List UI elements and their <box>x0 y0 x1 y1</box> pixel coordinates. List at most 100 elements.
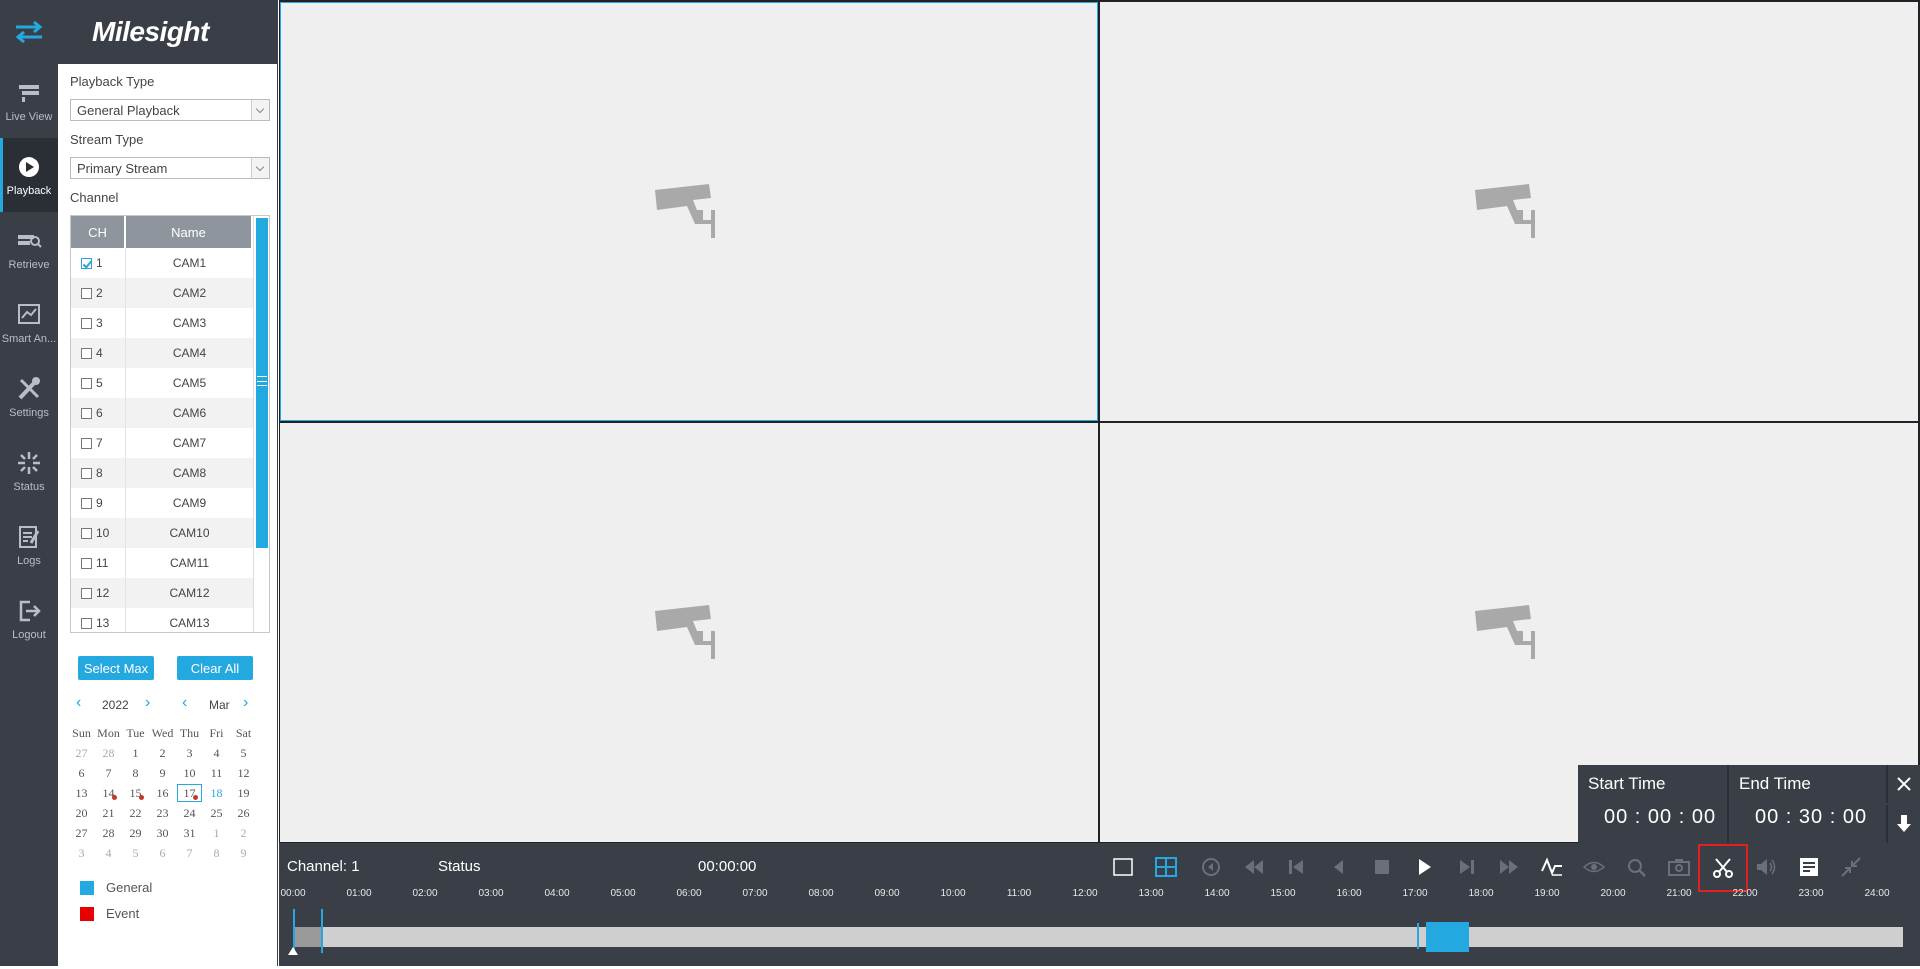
next-year-icon[interactable]: › <box>145 694 150 712</box>
calendar-day[interactable]: 17 <box>176 783 203 803</box>
fast-backward-button[interactable] <box>1237 852 1271 882</box>
calendar-day[interactable]: 4 <box>203 743 230 763</box>
channel-checkbox[interactable] <box>81 347 92 359</box>
channel-checkbox[interactable] <box>81 377 92 389</box>
timeline-track[interactable] <box>288 909 1903 955</box>
calendar-day[interactable]: 20 <box>68 803 95 823</box>
calendar-day[interactable]: 2 <box>230 823 257 843</box>
calendar-day[interactable]: 9 <box>149 763 176 783</box>
channel-row[interactable]: 3 CAM3 <box>71 308 269 338</box>
exit-fullscreen-button[interactable] <box>1834 852 1868 882</box>
video-tile-1[interactable] <box>280 2 1098 421</box>
calendar-day[interactable]: 23 <box>149 803 176 823</box>
channel-checkbox[interactable] <box>81 557 92 569</box>
calendar-day[interactable]: 18 <box>203 783 230 803</box>
menu-toggle-button[interactable] <box>0 0 58 64</box>
channel-row[interactable]: 1 CAM1 <box>71 248 269 278</box>
calendar-day[interactable]: 3 <box>68 843 95 863</box>
calendar-day[interactable]: 1 <box>203 823 230 843</box>
next-frame-button[interactable] <box>1450 852 1484 882</box>
end-time-value[interactable]: 00 : 30 : 00 <box>1755 806 1867 829</box>
channel-checkbox[interactable] <box>81 317 92 329</box>
calendar-day[interactable]: 27 <box>68 743 95 763</box>
channel-row[interactable]: 4 CAM4 <box>71 338 269 368</box>
calendar-day[interactable]: 31 <box>176 823 203 843</box>
calendar-day[interactable]: 26 <box>230 803 257 823</box>
next-month-icon[interactable]: › <box>243 694 248 712</box>
calendar-day[interactable]: 28 <box>95 743 122 763</box>
calendar-day[interactable]: 7 <box>95 763 122 783</box>
channel-checkbox[interactable] <box>81 287 92 299</box>
clear-all-button[interactable]: Clear All <box>177 656 253 680</box>
event-graph-button[interactable] <box>1535 852 1569 882</box>
calendar-day[interactable]: 22 <box>122 803 149 823</box>
channel-checkbox[interactable] <box>81 587 92 599</box>
channel-checkbox[interactable] <box>81 437 92 449</box>
calendar-day[interactable]: 8 <box>203 843 230 863</box>
start-time-value[interactable]: 00 : 00 : 00 <box>1604 806 1716 829</box>
calendar-day[interactable]: 1 <box>122 743 149 763</box>
channel-row[interactable]: 2 CAM2 <box>71 278 269 308</box>
channel-row[interactable]: 7 CAM7 <box>71 428 269 458</box>
calendar-day[interactable]: 3 <box>176 743 203 763</box>
quad-view-button[interactable] <box>1149 852 1183 882</box>
calendar-day[interactable]: 11 <box>203 763 230 783</box>
calendar-day[interactable]: 24 <box>176 803 203 823</box>
playhead-marker-icon[interactable] <box>288 947 298 955</box>
audio-button[interactable] <box>1749 852 1783 882</box>
reverse-play-button[interactable] <box>1194 852 1228 882</box>
play-button[interactable] <box>1407 852 1441 882</box>
calendar-day[interactable]: 5 <box>122 843 149 863</box>
timeline-highlight-window[interactable] <box>1426 922 1469 952</box>
prev-month-icon[interactable]: ‹ <box>182 694 187 712</box>
channel-row[interactable]: 13 CAM13 <box>71 608 269 632</box>
select-max-button[interactable]: Select Max <box>78 656 154 680</box>
calendar-day[interactable]: 4 <box>95 843 122 863</box>
video-tile-3[interactable] <box>280 423 1098 842</box>
channel-row[interactable]: 6 CAM6 <box>71 398 269 428</box>
close-clip-button[interactable] <box>1886 765 1920 803</box>
channel-checkbox[interactable] <box>81 617 92 629</box>
calendar-day[interactable]: 9 <box>230 843 257 863</box>
download-clip-button[interactable] <box>1886 805 1920 843</box>
channel-row[interactable]: 12 CAM12 <box>71 578 269 608</box>
calendar-day[interactable]: 15 <box>122 783 149 803</box>
snapshot-button[interactable] <box>1662 852 1696 882</box>
calendar-day[interactable]: 6 <box>68 763 95 783</box>
previous-frame-button[interactable] <box>1279 852 1313 882</box>
channel-row[interactable]: 8 CAM8 <box>71 458 269 488</box>
calendar-day[interactable]: 12 <box>230 763 257 783</box>
calendar-day[interactable]: 7 <box>176 843 203 863</box>
calendar-day[interactable]: 25 <box>203 803 230 823</box>
channel-scrollbar[interactable] <box>253 216 269 632</box>
channel-row[interactable]: 5 CAM5 <box>71 368 269 398</box>
playback-type-select[interactable]: General Playback <box>70 99 270 121</box>
channel-checkbox[interactable] <box>81 497 92 509</box>
channel-checkbox[interactable] <box>81 257 92 269</box>
zoom-button[interactable] <box>1620 852 1654 882</box>
calendar-day[interactable]: 16 <box>149 783 176 803</box>
clip-button[interactable] <box>1698 844 1748 892</box>
calendar-day[interactable]: 29 <box>122 823 149 843</box>
timeline-cursor[interactable] <box>1417 923 1419 949</box>
single-view-button[interactable] <box>1106 852 1140 882</box>
channel-checkbox[interactable] <box>81 527 92 539</box>
calendar-day[interactable]: 2 <box>149 743 176 763</box>
view-toggle-button[interactable] <box>1577 852 1611 882</box>
calendar-day[interactable]: 8 <box>122 763 149 783</box>
stop-button[interactable] <box>1365 852 1399 882</box>
nav-item-live-view[interactable]: Live View <box>0 64 58 138</box>
prev-year-icon[interactable]: ‹ <box>76 694 81 712</box>
channel-checkbox[interactable] <box>81 407 92 419</box>
channel-row[interactable]: 10 CAM10 <box>71 518 269 548</box>
calendar-day[interactable]: 27 <box>68 823 95 843</box>
nav-item-logs[interactable]: Logs <box>0 508 58 582</box>
nav-item-playback[interactable]: Playback <box>0 138 58 212</box>
nav-item-status[interactable]: Status <box>0 434 58 508</box>
video-tile-2[interactable] <box>1100 2 1918 421</box>
calendar-day[interactable]: 6 <box>149 843 176 863</box>
calendar-day[interactable]: 19 <box>230 783 257 803</box>
calendar-day[interactable]: 13 <box>68 783 95 803</box>
channel-checkbox[interactable] <box>81 467 92 479</box>
slow-backward-button[interactable] <box>1322 852 1356 882</box>
